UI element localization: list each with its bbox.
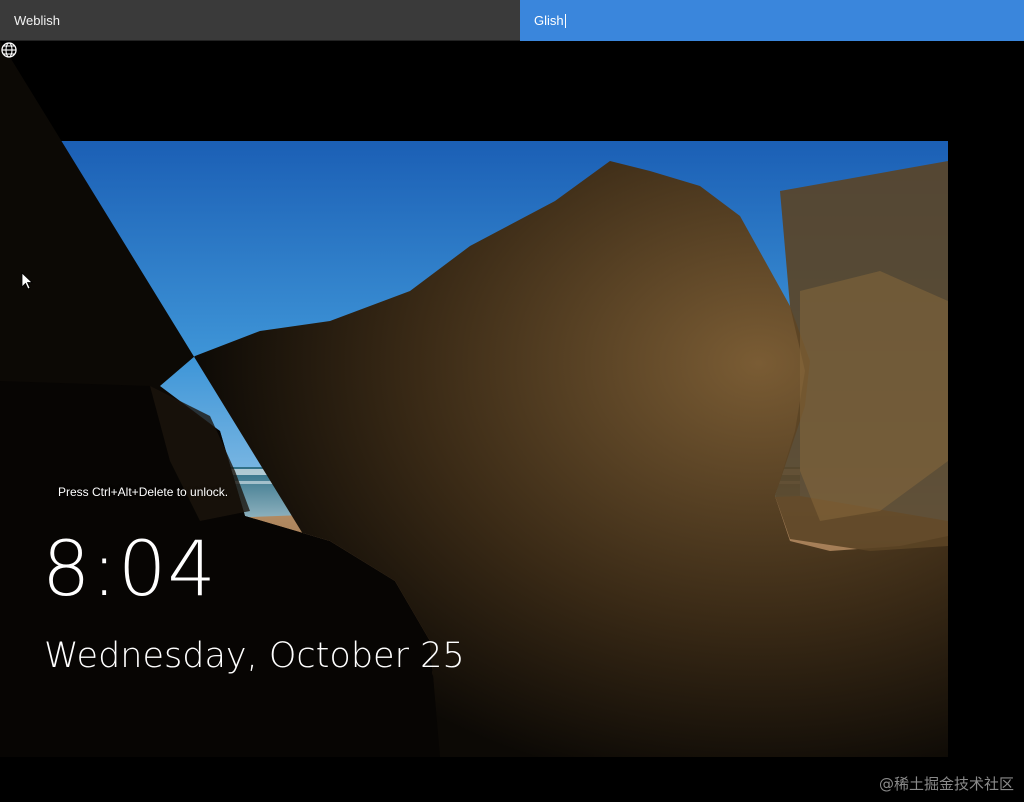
tab-glish-label: Glish	[534, 13, 564, 28]
lock-screen-background[interactable]: Press Ctrl+Alt+Delete to unlock. 8:04 We…	[0, 41, 948, 757]
mouse-pointer-icon	[21, 272, 33, 290]
tab-weblish-label: Weblish	[14, 12, 61, 28]
network-globe-icon[interactable]	[0, 41, 18, 59]
tab-glish[interactable]: Glish	[520, 0, 1024, 41]
text-caret	[564, 13, 566, 28]
lock-clock: 8:04	[42, 524, 217, 613]
unlock-hint: Press Ctrl+Alt+Delete to unlock.	[58, 485, 229, 499]
watermark: @稀土掘金技术社区	[878, 775, 1014, 793]
remote-screen[interactable]: Press Ctrl+Alt+Delete to unlock. 8:04 We…	[0, 41, 1024, 802]
lock-date: Wednesday, October 25	[44, 636, 465, 676]
tab-bar: Weblish Glish	[0, 0, 1024, 41]
tab-weblish[interactable]: Weblish	[0, 0, 520, 41]
